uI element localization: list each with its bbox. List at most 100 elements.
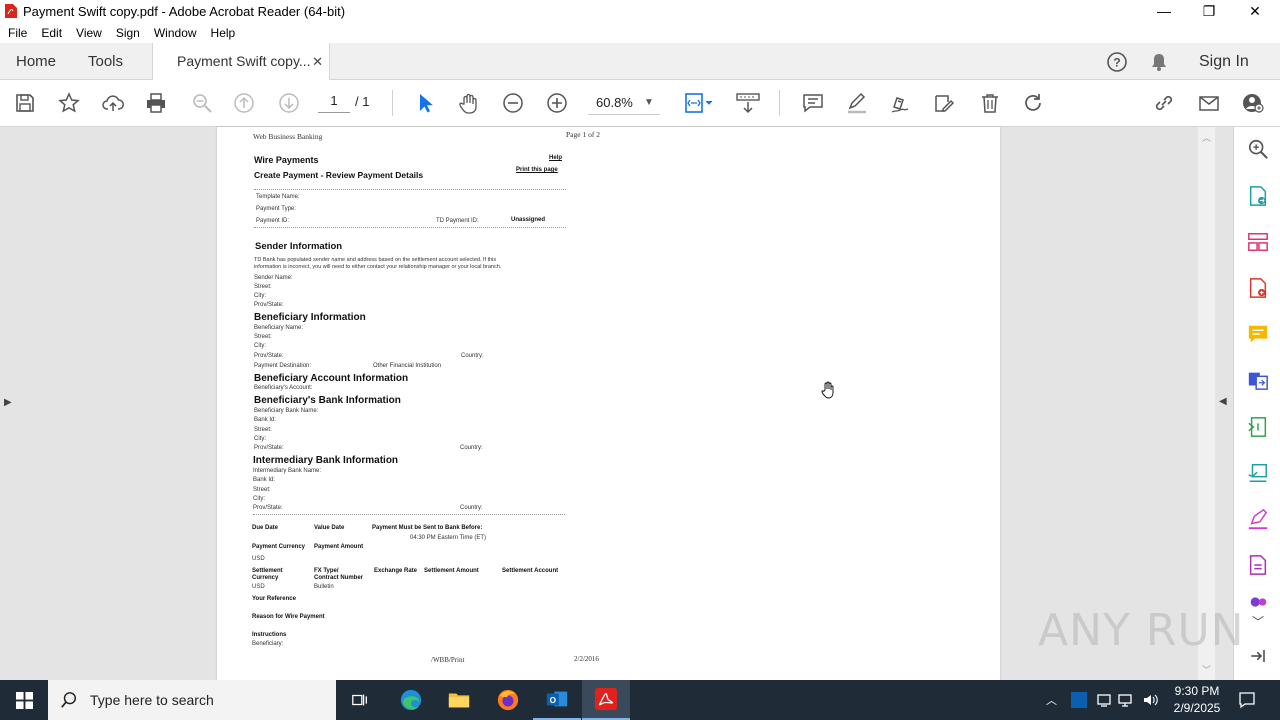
edge-browser-icon[interactable]	[387, 680, 435, 720]
previous-page-icon[interactable]	[231, 90, 257, 116]
rotate-icon[interactable]	[1020, 90, 1046, 116]
page-number-input[interactable]: 1	[318, 93, 350, 113]
windows-start-icon[interactable]	[0, 680, 48, 720]
document-tool-icon[interactable]	[1246, 553, 1270, 577]
fit-page-icon[interactable]	[682, 90, 716, 116]
tools-scroll-down-icon[interactable]: ﹀	[1246, 609, 1270, 633]
menu-sign[interactable]: Sign	[116, 26, 140, 40]
export-pdf-icon[interactable]	[1246, 184, 1270, 208]
collapse-panel-icon[interactable]	[1246, 644, 1270, 668]
tab-document[interactable]: Payment Swift copy... ✕	[152, 43, 330, 81]
share-link-icon[interactable]	[1151, 90, 1177, 116]
toolbar-divider	[779, 90, 780, 116]
taskbar-search-box[interactable]: Type here to search	[48, 680, 336, 720]
pdf-bank-prov-label: Prov/State:	[254, 445, 284, 451]
right-panel-collapse-icon[interactable]: ◀	[1219, 396, 1227, 407]
combine-files-icon[interactable]	[1246, 368, 1270, 392]
delete-trash-icon[interactable]	[977, 90, 1003, 116]
clock-time: 9:30 PM	[1174, 684, 1220, 698]
firefox-icon[interactable]	[484, 680, 532, 720]
pdf-intermediary-bank-name-label: Intermediary Bank Name:	[253, 468, 322, 474]
tab-bar: Home Tools Payment Swift copy... ✕ ? Sig…	[0, 43, 1280, 81]
comment-icon[interactable]	[800, 90, 826, 116]
pdf-beneficiary-account-heading: Beneficiary Account Information	[254, 373, 409, 384]
next-page-icon[interactable]	[276, 90, 302, 116]
pdf-your-reference-label: Your Reference	[252, 596, 296, 602]
more-tools-icon[interactable]	[1246, 595, 1270, 609]
tray-device-icon[interactable]	[1096, 692, 1112, 713]
share-user-icon[interactable]	[1240, 90, 1266, 116]
menu-view[interactable]: View	[76, 26, 102, 40]
minimize-button[interactable]: —	[1141, 0, 1187, 22]
scroll-up-icon[interactable]: ︿	[1202, 131, 1211, 144]
vertical-scrollbar[interactable]: ︿ ﹀	[1198, 127, 1215, 680]
create-pdf-icon[interactable]	[1246, 276, 1270, 300]
print-icon[interactable]	[143, 90, 169, 116]
pdf-unassigned-value: Unassigned	[511, 217, 546, 223]
tray-overflow-icon[interactable]: ︿	[1046, 692, 1057, 708]
pdf-td-payment-id-label: TD Payment ID:	[436, 218, 479, 224]
menu-file[interactable]: File	[8, 26, 27, 40]
left-panel-expand-icon[interactable]: ▶	[4, 397, 12, 408]
acrobat-taskbar-icon[interactable]	[582, 680, 630, 720]
sign-pen-icon[interactable]	[887, 90, 913, 116]
zoom-in-icon[interactable]	[544, 90, 570, 116]
tab-document-label: Payment Swift copy...	[177, 53, 311, 69]
pdf-beneficiary-country-label: Country:	[461, 353, 484, 359]
close-window-button[interactable]: ✕	[1232, 0, 1278, 22]
zoom-out-icon[interactable]	[500, 90, 526, 116]
tray-outlook-icon[interactable]	[1071, 692, 1087, 708]
scroll-down-icon[interactable]: ﹀	[1202, 663, 1211, 676]
organize-pages-icon[interactable]	[1246, 230, 1270, 254]
toolbar-divider	[392, 90, 393, 116]
pdf-print-link[interactable]: Print this page	[516, 167, 558, 173]
window-title: Payment Swift copy.pdf - Adobe Acrobat R…	[23, 3, 346, 19]
network-icon[interactable]	[1118, 692, 1134, 713]
tab-tools[interactable]: Tools	[88, 43, 123, 80]
zoom-level-select[interactable]: 60.8% ▼	[588, 93, 660, 115]
anyrun-watermark: ANY RUN	[1038, 605, 1245, 656]
pdf-help-link[interactable]: Help	[549, 155, 562, 161]
help-icon[interactable]: ?	[1106, 51, 1128, 73]
volume-icon[interactable]	[1142, 692, 1158, 713]
task-view-icon[interactable]	[336, 680, 384, 720]
scroll-mode-icon[interactable]	[734, 90, 762, 116]
pdf-payment-amount-label: Payment Amount	[314, 544, 364, 550]
menu-help[interactable]: Help	[211, 26, 236, 40]
compress-pdf-icon[interactable]	[1246, 415, 1270, 439]
highlight-pen-icon[interactable]	[844, 90, 870, 116]
notification-center-icon[interactable]	[1238, 691, 1256, 714]
bookmark-star-icon[interactable]	[56, 90, 82, 116]
maximize-button[interactable]: ❐	[1186, 0, 1232, 22]
pdf-bank-country-label: Country:	[460, 445, 483, 451]
select-cursor-icon[interactable]	[412, 90, 438, 116]
svg-text:O: O	[550, 695, 557, 705]
menu-edit[interactable]: Edit	[41, 26, 62, 40]
file-explorer-icon[interactable]	[435, 680, 483, 720]
menu-window[interactable]: Window	[154, 26, 197, 40]
taskbar-clock[interactable]: 9:30 PM 2/9/2025	[1164, 683, 1230, 717]
email-icon[interactable]	[1196, 90, 1222, 116]
pdf-create-payment-heading: Create Payment - Review Payment Details	[254, 170, 424, 180]
hand-tool-icon[interactable]	[456, 90, 482, 116]
pdf-page[interactable]: Web Business Banking Page 1 of 2 Wire Pa…	[217, 127, 1000, 680]
notification-bell-icon[interactable]	[1149, 52, 1169, 72]
sign-in-button[interactable]: Sign In	[1199, 43, 1249, 80]
fill-sign-icon[interactable]	[931, 90, 957, 116]
edit-pdf-icon[interactable]	[1246, 507, 1270, 531]
outlook-icon[interactable]: O	[533, 680, 581, 720]
pdf-payment-destination-label: Payment Destination:	[254, 363, 312, 369]
pdf-sender-note-1: TD Bank has populated sender name and ad…	[254, 257, 497, 263]
close-tab-icon[interactable]: ✕	[312, 43, 323, 80]
search-zoom-icon[interactable]	[1246, 137, 1270, 161]
upload-cloud-icon[interactable]	[100, 90, 126, 116]
zoom-search-icon[interactable]	[189, 90, 215, 116]
comment-tool-icon[interactable]	[1246, 322, 1270, 346]
pdf-header-left: Web Business Banking	[253, 132, 323, 141]
tab-home[interactable]: Home	[16, 43, 56, 80]
save-icon[interactable]	[12, 90, 38, 116]
fill-and-sign-icon[interactable]	[1246, 461, 1270, 485]
pdf-intermediary-city-label: City:	[253, 496, 265, 502]
pdf-bank-city-label: City:	[254, 436, 266, 442]
pdf-due-date-label: Due Date	[252, 525, 279, 531]
